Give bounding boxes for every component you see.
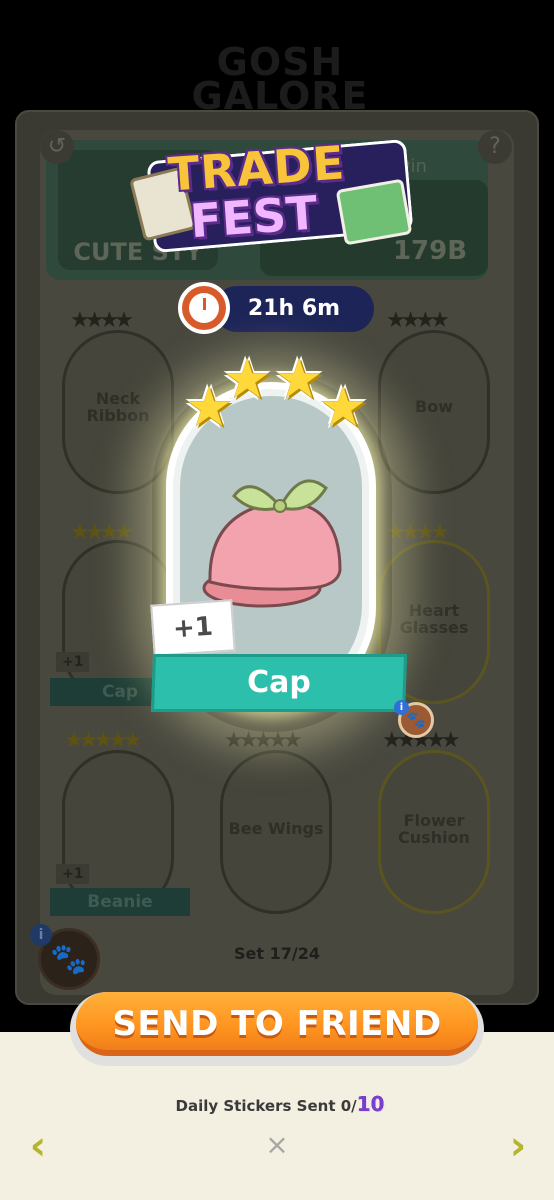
chevron-right-icon[interactable]: › <box>498 1126 538 1166</box>
slot-count: +1 <box>56 652 90 672</box>
slot-count: +1 <box>56 864 90 884</box>
chevron-left-icon[interactable]: ‹ <box>18 1126 58 1166</box>
send-to-friend-label[interactable]: SEND TO FRIEND <box>76 994 478 1054</box>
star-icon: ★ <box>222 347 273 412</box>
slot-label: Bee Wings <box>228 819 324 838</box>
daily-sent: 0/ <box>340 1097 357 1115</box>
slot-label: Flower Cushion <box>398 811 470 847</box>
star-icon: ★ <box>318 375 369 440</box>
stopwatch-hand <box>203 298 206 310</box>
sticker-count-tag: +1 <box>150 599 236 657</box>
daily-label: Daily Stickers Sent <box>175 1097 336 1115</box>
help-icon[interactable]: ? <box>478 130 512 164</box>
slot-stars: ★★★★★ <box>64 728 143 753</box>
slot-stars: ★★★★★ <box>224 728 303 753</box>
set-counter: Set 17/24 <box>234 944 320 963</box>
slot-label: Bow <box>415 397 453 416</box>
timer-text: 21h 6m <box>247 296 341 321</box>
daily-stickers-status: Daily Stickers Sent 0/10 <box>160 1092 400 1116</box>
info-icon[interactable]: i <box>30 924 52 946</box>
album-title-header: GOSH GALORE <box>191 40 369 118</box>
sticker-star-rating: ★ ★ ★ ★ <box>184 346 374 436</box>
history-icon[interactable]: ↺ <box>40 130 74 164</box>
close-icon[interactable]: × <box>262 1130 292 1160</box>
daily-max: 10 <box>356 1092 385 1116</box>
slot-label: Neck Ribbon <box>86 389 150 425</box>
prize-amount: 179B <box>392 236 468 266</box>
info-icon[interactable]: i <box>394 700 409 715</box>
slot-name-tag: Beanie <box>50 888 190 916</box>
star-icon: ★ <box>274 347 325 412</box>
sticker-name: Cap <box>247 665 311 700</box>
